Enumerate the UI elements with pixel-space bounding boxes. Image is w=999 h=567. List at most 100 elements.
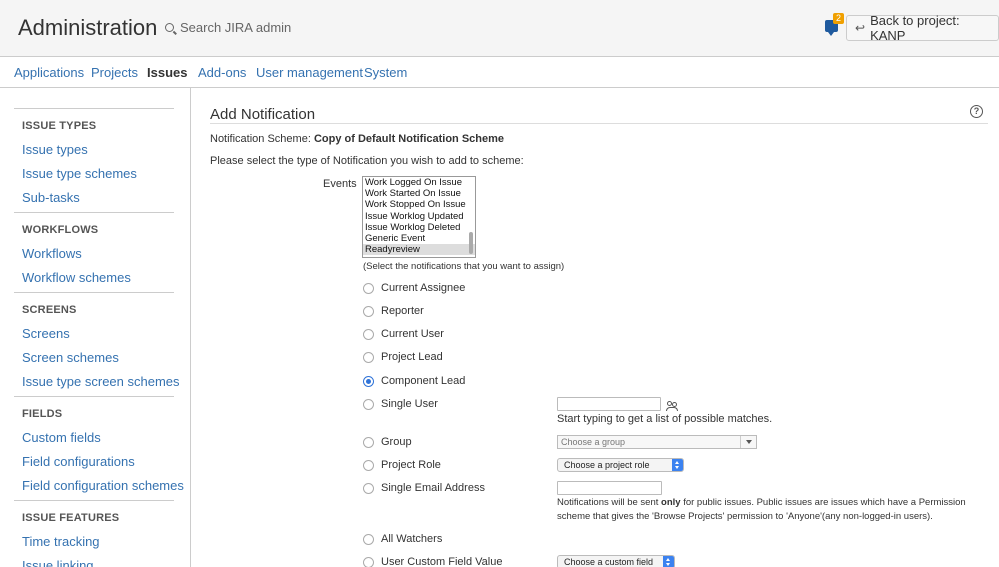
radio-label: Project Lead — [381, 351, 443, 363]
group-picker-placeholder: Choose a group — [561, 437, 626, 447]
radio-single-email[interactable]: Single Email Address — [363, 482, 485, 494]
radio-current-user[interactable]: Current User — [363, 328, 444, 340]
notification-scheme-line: Notification Scheme: Copy of Default Not… — [210, 133, 504, 145]
sidebar-item-issue-type-schemes[interactable]: Issue type schemes — [22, 166, 137, 181]
back-button-label: Back to project: KANP — [870, 13, 960, 43]
page-title: Administration — [18, 15, 158, 40]
radio-current-assignee[interactable]: Current Assignee — [363, 282, 465, 294]
radio-label: Current User — [381, 328, 444, 340]
select-stepper-icon — [672, 459, 683, 471]
radio-button[interactable] — [363, 282, 374, 294]
sidebar-item-custom-fields[interactable]: Custom fields — [22, 430, 101, 445]
radio-label: Group — [381, 436, 412, 448]
event-option[interactable]: Work Logged On Issue — [363, 177, 475, 188]
heading-divider — [210, 123, 988, 124]
sidebar-divider — [14, 396, 174, 397]
event-option[interactable]: Work Started On Issue — [363, 188, 475, 199]
sidebar-heading-screens: SCREENS — [22, 304, 77, 316]
tab-user-management[interactable]: User management — [256, 65, 363, 80]
radio-user-custom-field[interactable]: User Custom Field Value — [363, 556, 502, 567]
tab-applications[interactable]: Applications — [14, 65, 84, 80]
radio-button[interactable] — [363, 459, 374, 471]
sidebar-divider — [14, 292, 174, 293]
tab-issues[interactable]: Issues — [147, 65, 187, 80]
radio-label: Current Assignee — [381, 282, 466, 294]
sidebar-heading-workflows: WORKFLOWS — [22, 224, 99, 236]
radio-button[interactable] — [363, 351, 374, 363]
sidebar-item-workflow-schemes[interactable]: Workflow schemes — [22, 270, 131, 285]
sidebar-item-field-configuration-schemes[interactable]: Field configuration schemes — [22, 478, 184, 493]
events-scrollbar[interactable] — [467, 178, 474, 256]
single-user-input[interactable] — [557, 397, 661, 411]
radio-button[interactable] — [363, 482, 374, 494]
radio-label: All Watchers — [381, 533, 443, 545]
radio-project-role[interactable]: Project Role — [363, 459, 441, 471]
radio-label: User Custom Field Value — [381, 556, 503, 567]
project-role-select[interactable]: Choose a project role — [557, 458, 684, 472]
sidebar: ISSUE TYPES Issue types Issue type schem… — [0, 88, 191, 567]
events-multiselect[interactable]: Work Logged On Issue Work Started On Iss… — [362, 176, 476, 258]
radio-button-checked[interactable] — [363, 375, 374, 387]
single-user-hint: Start typing to get a list of possible m… — [557, 413, 773, 425]
notification-count-badge: 2 — [833, 13, 845, 24]
top-header: Administration Search JIRA admin 2 ↩ Bac… — [0, 0, 999, 57]
event-option[interactable]: Issue Worklog Deleted — [363, 222, 475, 233]
custom-field-select[interactable]: Choose a custom field — [557, 555, 675, 567]
radio-label: Reporter — [381, 305, 424, 317]
event-option[interactable]: Work Stopped On Issue — [363, 199, 475, 210]
user-picker-icon[interactable] — [666, 401, 679, 412]
tab-add-ons[interactable]: Add-ons — [198, 65, 246, 80]
instruction-text: Please select the type of Notification y… — [210, 155, 524, 167]
sidebar-heading-issue-features: ISSUE FEATURES — [22, 512, 120, 524]
radio-button[interactable] — [363, 556, 374, 567]
radio-label: Single Email Address — [381, 482, 485, 494]
scheme-label: Notification Scheme: — [210, 133, 311, 145]
event-option-selected[interactable]: Readyreview — [363, 244, 475, 256]
scrollbar-thumb[interactable] — [469, 232, 473, 254]
sidebar-item-time-tracking[interactable]: Time tracking — [22, 534, 100, 549]
radio-group[interactable]: Group — [363, 436, 412, 448]
email-notice: Notifications will be sent only for publ… — [557, 497, 966, 522]
help-icon[interactable]: ? — [970, 105, 983, 118]
scheme-name: Copy of Default Notification Scheme — [313, 133, 505, 145]
radio-button[interactable] — [363, 328, 374, 340]
radio-component-lead[interactable]: Component Lead — [363, 375, 465, 387]
select-stepper-icon — [663, 556, 674, 567]
radio-reporter[interactable]: Reporter — [363, 305, 424, 317]
radio-single-user[interactable]: Single User — [363, 398, 438, 410]
radio-all-watchers[interactable]: All Watchers — [363, 533, 442, 545]
event-option[interactable]: Generic Event — [363, 233, 475, 244]
sidebar-item-screens[interactable]: Screens — [22, 326, 70, 341]
radio-button[interactable] — [363, 533, 374, 545]
sidebar-divider — [14, 500, 174, 501]
main-content: Add Notification ? Notification Scheme: … — [191, 88, 999, 567]
single-email-input[interactable] — [557, 481, 662, 495]
radio-button[interactable] — [363, 436, 374, 448]
custom-field-value: Choose a custom field — [564, 557, 654, 567]
sidebar-item-issue-type-screen-schemes[interactable]: Issue type screen schemes — [22, 374, 180, 389]
sidebar-item-sub-tasks[interactable]: Sub-tasks — [22, 190, 80, 205]
back-to-project-button[interactable]: ↩ Back to project: KANP — [846, 13, 999, 43]
sidebar-item-workflows[interactable]: Workflows — [22, 246, 82, 261]
tab-projects[interactable]: Projects — [91, 65, 138, 80]
admin-search[interactable]: Search JIRA admin — [165, 20, 291, 35]
notification-button[interactable]: 2 — [823, 13, 845, 39]
radio-label: Project Role — [381, 459, 441, 471]
radio-label: Single User — [381, 398, 438, 410]
radio-button[interactable] — [363, 398, 374, 410]
sidebar-item-field-configurations[interactable]: Field configurations — [22, 454, 135, 469]
event-option[interactable]: Issue Worklog Updated — [363, 211, 475, 222]
sidebar-heading-issue-types: ISSUE TYPES — [22, 120, 97, 132]
project-role-value: Choose a project role — [564, 460, 650, 470]
radio-button[interactable] — [363, 305, 374, 317]
sidebar-item-screen-schemes[interactable]: Screen schemes — [22, 350, 119, 365]
group-picker[interactable]: Choose a group — [557, 435, 757, 449]
sidebar-item-issue-linking[interactable]: Issue linking — [22, 558, 94, 567]
radio-project-lead[interactable]: Project Lead — [363, 351, 443, 363]
sidebar-item-issue-types[interactable]: Issue types — [22, 142, 88, 157]
tab-system[interactable]: System — [364, 65, 407, 80]
search-input[interactable]: Search JIRA admin — [180, 20, 291, 35]
sidebar-divider — [14, 108, 174, 109]
sidebar-heading-fields: FIELDS — [22, 408, 63, 420]
chevron-down-icon[interactable] — [740, 436, 756, 448]
